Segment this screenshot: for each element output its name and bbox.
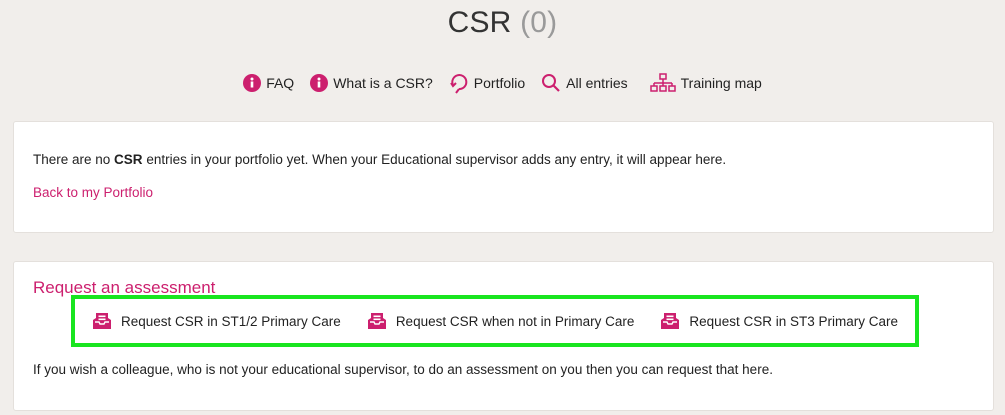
inbox-icon <box>661 313 680 329</box>
message-bold: CSR <box>114 152 143 167</box>
nav-all-entries-label: All entries <box>566 75 628 91</box>
nav-portfolio[interactable]: Portfolio <box>449 72 525 94</box>
info-icon <box>310 74 329 92</box>
portfolio-icon <box>449 74 468 94</box>
page-title: CSR (0) <box>0 6 1005 40</box>
request-st3-label: Request CSR in ST3 Primary Care <box>689 313 898 329</box>
empty-state-card: There are no CSR entries in your portfol… <box>13 121 994 233</box>
nav-training-map[interactable]: Training map <box>649 73 762 93</box>
back-to-portfolio-link[interactable]: Back to my Portfolio <box>33 185 153 200</box>
entry-count: (0) <box>520 6 558 39</box>
nav-faq-label: FAQ <box>266 75 295 91</box>
inbox-icon <box>92 313 111 329</box>
request-not-primary-care-label: Request CSR when not in Primary Care <box>395 313 635 329</box>
empty-state-message: There are no CSR entries in your portfol… <box>33 152 726 167</box>
nav-training-map-label: Training map <box>680 75 762 91</box>
request-helper-text: If you wish a colleague, who is not your… <box>33 362 773 377</box>
message-suffix: entries in your portfolio yet. When your… <box>142 152 727 167</box>
request-st3-button[interactable]: Request CSR in ST3 Primary Care <box>660 312 898 330</box>
request-st12-button[interactable]: Request CSR in ST1/2 Primary Care <box>92 312 341 330</box>
nav-faq[interactable]: FAQ <box>243 74 294 92</box>
search-icon <box>542 74 560 92</box>
message-prefix: There are no <box>33 152 115 167</box>
nav-what-is-csr[interactable]: What is a CSR? <box>310 74 433 92</box>
sitemap-icon <box>649 73 676 92</box>
nav-what-is-csr-label: What is a CSR? <box>333 75 433 91</box>
nav-all-entries[interactable]: All entries <box>541 73 628 93</box>
page-title-text: CSR <box>447 6 512 39</box>
info-icon <box>243 74 262 92</box>
nav-portfolio-label: Portfolio <box>473 75 526 91</box>
inbox-icon <box>367 313 386 329</box>
request-buttons-group: Request CSR in ST1/2 Primary Care Reques… <box>71 295 919 347</box>
top-nav: FAQ What is a CSR? Portfolio All entries <box>0 72 1005 94</box>
request-assessment-card: Request an assessment Request CSR in ST1… <box>13 261 994 411</box>
request-st12-label: Request CSR in ST1/2 Primary Care <box>120 313 341 329</box>
request-not-primary-care-button[interactable]: Request CSR when not in Primary Care <box>367 312 635 330</box>
